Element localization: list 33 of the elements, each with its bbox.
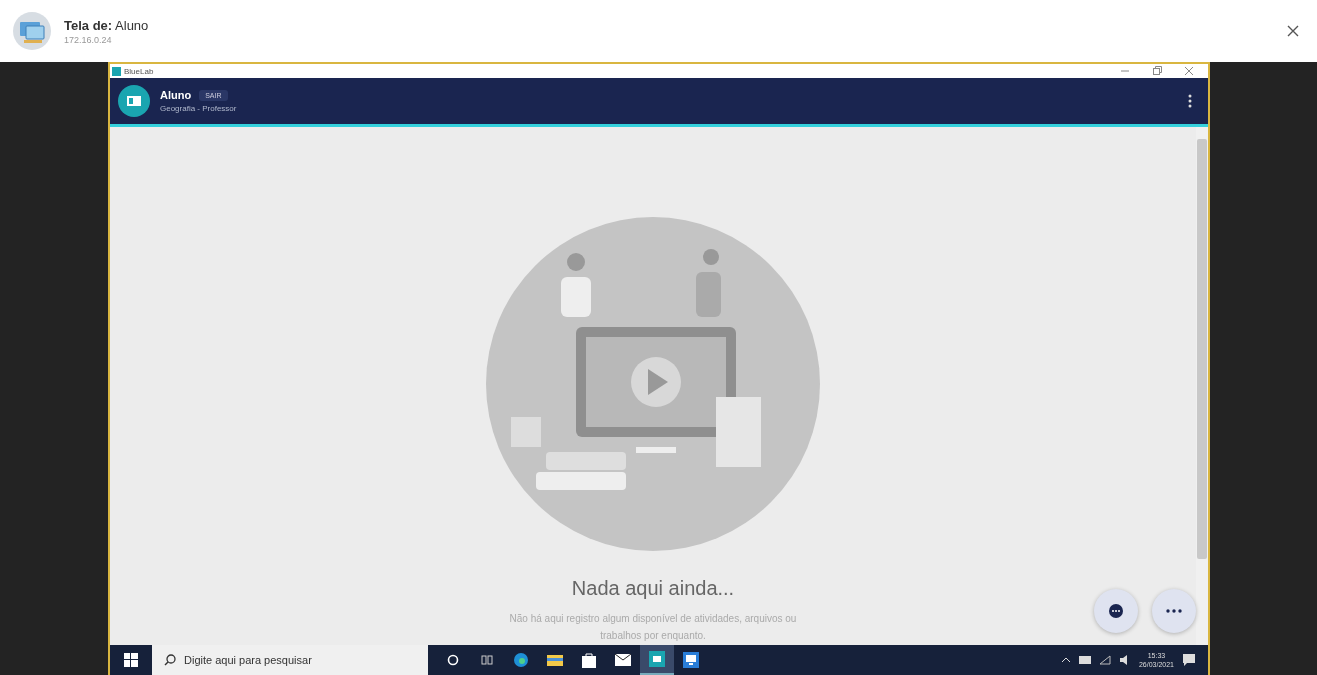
search-field[interactable]: Digite aqui para pesquisar [152, 645, 428, 675]
chat-button[interactable] [1094, 589, 1138, 633]
classroom-icon [118, 85, 150, 117]
monitor-icon [683, 652, 699, 668]
windows-start-icon[interactable] [124, 653, 138, 667]
chat-icon [1108, 603, 1124, 619]
mail-icon [615, 654, 631, 666]
notification-icon[interactable] [1182, 653, 1196, 667]
empty-state-title: Nada aqui ainda... [571, 577, 735, 600]
monitor-icon [12, 11, 52, 51]
task-view-icon [481, 654, 493, 666]
user-name: Aluno [160, 89, 192, 101]
window-title: BlueLab [124, 66, 154, 76]
folder-icon [547, 653, 563, 667]
browser-icon [513, 652, 529, 668]
network-icon[interactable] [1078, 656, 1091, 664]
class-subtitle: Geografia - Professor [160, 104, 237, 113]
app-icon [649, 651, 665, 667]
ip-address: 172.16.0.24 [64, 34, 113, 45]
close-icon [1287, 25, 1299, 37]
search-icon [164, 654, 176, 666]
empty-state-description: Não há aqui registro algum disponível de atividades, arquivos ou trabalhos por enquanto. [508, 612, 798, 643]
chevron-up-icon[interactable] [1060, 657, 1071, 663]
viewer-title: Tela de: Aluno [64, 17, 149, 33]
shopping-bag-icon [582, 652, 596, 668]
restore-icon[interactable] [1152, 66, 1162, 76]
scrollbar[interactable] [1196, 127, 1208, 645]
more-icon [1166, 609, 1182, 613]
taskbar-app[interactable] [640, 645, 674, 675]
circle-icon [447, 654, 459, 666]
more-options-icon[interactable] [1188, 94, 1192, 108]
app-icon [112, 66, 121, 76]
close-icon[interactable] [1184, 66, 1194, 76]
